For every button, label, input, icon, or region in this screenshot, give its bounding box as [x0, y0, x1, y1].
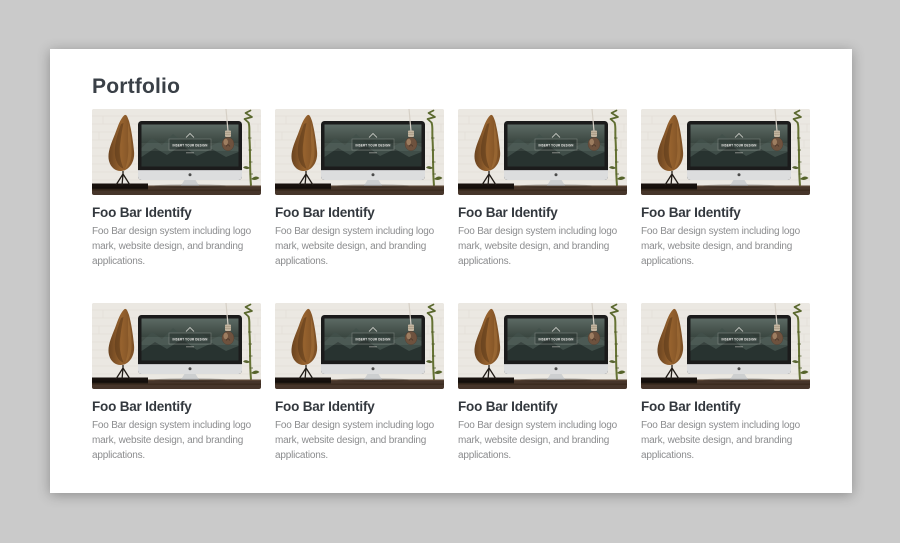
portfolio-thumbnail[interactable] — [275, 303, 444, 389]
portfolio-item[interactable]: Foo Bar Identify Foo Bar design system i… — [92, 109, 261, 269]
portfolio-thumbnail[interactable] — [641, 303, 810, 389]
portfolio-thumbnail[interactable] — [458, 109, 627, 195]
portfolio-thumbnail[interactable] — [92, 109, 261, 195]
portfolio-item-title: Foo Bar Identify — [275, 398, 444, 415]
portfolio-item[interactable]: Foo Bar Identify Foo Bar design system i… — [458, 109, 627, 269]
portfolio-panel: Portfolio Foo Bar Identify Foo Bar desig… — [50, 49, 852, 493]
portfolio-item-title: Foo Bar Identify — [458, 204, 627, 221]
portfolio-item-title: Foo Bar Identify — [641, 204, 810, 221]
portfolio-item-description: Foo Bar design system including logo mar… — [458, 224, 627, 269]
imac-mockup-image — [92, 303, 261, 389]
imac-mockup-image — [641, 109, 810, 195]
portfolio-item-description: Foo Bar design system including logo mar… — [641, 418, 810, 463]
portfolio-item-description: Foo Bar design system including logo mar… — [275, 418, 444, 463]
imac-mockup-image — [92, 109, 261, 195]
imac-mockup-image — [458, 109, 627, 195]
portfolio-item[interactable]: Foo Bar Identify Foo Bar design system i… — [92, 303, 261, 463]
portfolio-item-description: Foo Bar design system including logo mar… — [458, 418, 627, 463]
portfolio-item-title: Foo Bar Identify — [458, 398, 627, 415]
portfolio-item-description: Foo Bar design system including logo mar… — [92, 224, 261, 269]
imac-mockup-image — [641, 303, 810, 389]
portfolio-item[interactable]: Foo Bar Identify Foo Bar design system i… — [275, 303, 444, 463]
page-title: Portfolio — [92, 75, 810, 99]
portfolio-thumbnail[interactable] — [641, 109, 810, 195]
portfolio-thumbnail[interactable] — [275, 109, 444, 195]
portfolio-item[interactable]: Foo Bar Identify Foo Bar design system i… — [275, 109, 444, 269]
portfolio-item-description: Foo Bar design system including logo mar… — [275, 224, 444, 269]
page: { "colors": { "page_background": "#cacac… — [0, 0, 900, 543]
portfolio-item-title: Foo Bar Identify — [92, 204, 261, 221]
portfolio-item[interactable]: Foo Bar Identify Foo Bar design system i… — [641, 303, 810, 463]
portfolio-item-title: Foo Bar Identify — [641, 398, 810, 415]
imac-mockup-image — [458, 303, 627, 389]
portfolio-grid: Foo Bar Identify Foo Bar design system i… — [92, 109, 810, 463]
portfolio-item[interactable]: Foo Bar Identify Foo Bar design system i… — [458, 303, 627, 463]
imac-mockup-image — [275, 109, 444, 195]
portfolio-thumbnail[interactable] — [458, 303, 627, 389]
imac-mockup-image — [275, 303, 444, 389]
portfolio-thumbnail[interactable] — [92, 303, 261, 389]
portfolio-item-title: Foo Bar Identify — [275, 204, 444, 221]
portfolio-item-description: Foo Bar design system including logo mar… — [92, 418, 261, 463]
portfolio-item-title: Foo Bar Identify — [92, 398, 261, 415]
portfolio-item[interactable]: Foo Bar Identify Foo Bar design system i… — [641, 109, 810, 269]
portfolio-item-description: Foo Bar design system including logo mar… — [641, 224, 810, 269]
